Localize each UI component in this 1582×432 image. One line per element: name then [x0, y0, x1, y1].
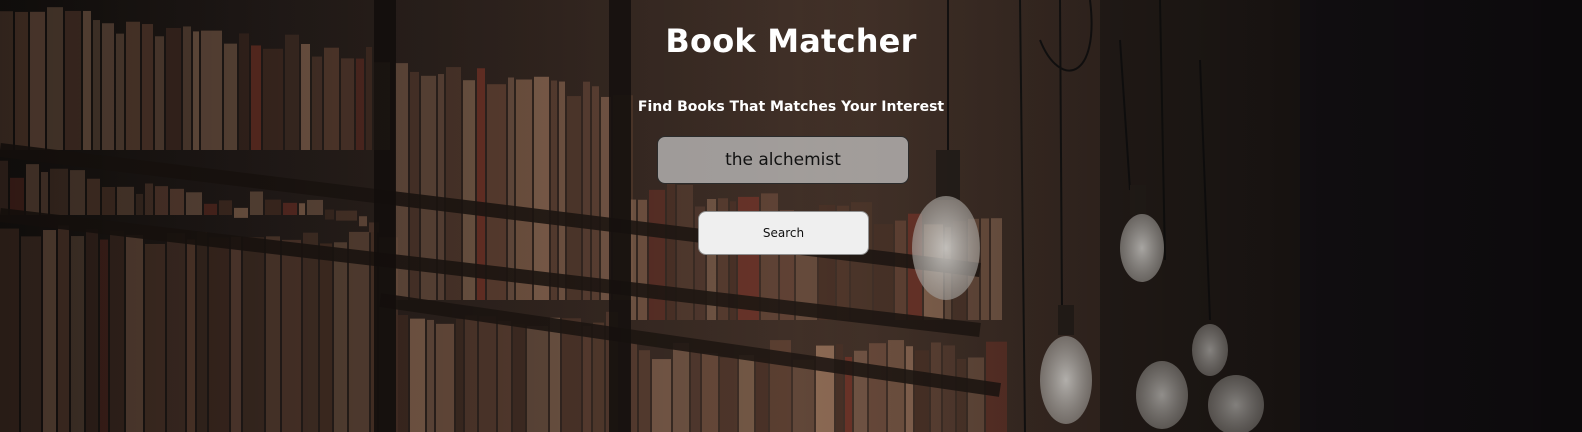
main-content: Book Matcher Find Books That Matches You…: [0, 0, 1582, 432]
page-subtitle: Find Books That Matches Your Interest: [637, 99, 945, 115]
search-button[interactable]: Search: [698, 211, 869, 255]
search-input[interactable]: [657, 136, 909, 184]
page-title: Book Matcher: [665, 22, 917, 60]
